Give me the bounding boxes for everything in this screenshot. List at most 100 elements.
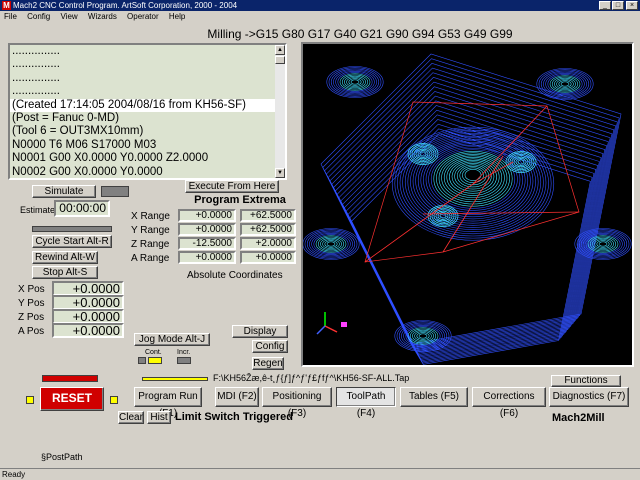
corner-pocket-ring (412, 329, 434, 343)
center-pocket-ring (464, 169, 482, 181)
y-pos-dro[interactable]: +0.0000 (52, 295, 124, 310)
maximize-button[interactable]: □ (612, 1, 624, 10)
corner-pocket-ring (551, 76, 579, 92)
reset-left-led (26, 396, 34, 404)
gcode-line[interactable]: ............... (10, 58, 277, 71)
window-title: Mach2 CNC Control Program. ArtSoft Corpo… (13, 1, 238, 10)
estimate-label: Estimate (20, 205, 56, 215)
corner-pocket-ring (545, 73, 585, 95)
z-pos-dro[interactable]: +0.0000 (52, 309, 124, 324)
y-range-max: +62.5000 (240, 223, 296, 236)
extrema-title: Program Extrema (194, 194, 286, 206)
scroll-thumb[interactable] (275, 56, 285, 64)
menu-config[interactable]: Config (23, 11, 54, 23)
estimate-value: 00:00:00 (54, 200, 110, 217)
stock-contour-line (349, 128, 593, 364)
corner-pocket-ring (554, 77, 576, 91)
functions-button[interactable]: Functions (551, 375, 621, 387)
x-pos-dro[interactable]: +0.0000 (52, 281, 124, 296)
cycle-start-button[interactable]: Cycle Start Alt-R (32, 235, 112, 248)
z-pos-label: Z Pos (18, 312, 45, 323)
menu-file[interactable]: File (0, 11, 21, 23)
jog-mode-led (138, 357, 146, 364)
scroll-up-icon[interactable]: ▲ (275, 45, 285, 55)
menu-view[interactable]: View (56, 11, 81, 23)
gcode-line[interactable]: N0002 G00 X0.0000 Y0.0000 (10, 166, 277, 178)
jog-cont-led (148, 357, 162, 364)
reset-button[interactable]: RESET (40, 387, 104, 411)
corner-pocket-ring (418, 333, 428, 339)
corner-pocket-ring (560, 81, 570, 87)
app-icon[interactable]: M (2, 1, 11, 10)
gcode-listing[interactable]: ............... ............... ........… (8, 43, 287, 180)
corner-pocket-ring (335, 71, 375, 93)
minimize-button[interactable]: _ (599, 1, 611, 10)
gcode-line[interactable]: ............... (10, 72, 277, 85)
gcode-line-selected[interactable]: (Created 17:14:05 2004/08/16 from KH56-S… (10, 98, 277, 112)
tab-diagnostics[interactable]: Diagnostics (F7) (549, 387, 629, 407)
jog-incr-led (177, 357, 191, 364)
y-range-label: Y Range (131, 225, 170, 236)
z-range-min: -12.5000 (178, 237, 236, 250)
corner-pocket-ring (337, 72, 373, 92)
reset-right-led (110, 396, 118, 404)
close-button[interactable]: × (626, 1, 638, 10)
cycle-start-led (32, 226, 112, 232)
tab-positioning[interactable]: Positioning (F3) (262, 387, 332, 419)
y-range-min: +0.0000 (178, 223, 236, 236)
corner-pocket-ring (317, 236, 345, 252)
hist-button[interactable]: Hist (147, 411, 171, 424)
x-range-max: +62.5000 (240, 209, 296, 222)
tab-toolpath[interactable]: ToolPath (F4) (336, 387, 396, 419)
rewind-button[interactable]: Rewind Alt-W (32, 251, 98, 264)
status-message: Limit Switch Triggered (175, 411, 293, 423)
gcode-lines: ............... ............... ........… (10, 45, 277, 178)
scroll-down-icon[interactable]: ▼ (275, 168, 285, 178)
stock-contour-line (324, 63, 618, 347)
a-pos-dro[interactable]: +0.0000 (52, 323, 124, 338)
gcode-line[interactable]: N0000 T6 M06 S17000 M03 (10, 139, 277, 152)
a-pos-label: A Pos (18, 326, 45, 337)
display-button[interactable]: Display (232, 325, 288, 338)
toolpath-graphics (303, 53, 632, 365)
gcode-line[interactable]: (Tool 6 = OUT3MX10mm) (10, 125, 277, 138)
corner-pocket-ring (592, 237, 614, 251)
gcode-scrollbar[interactable]: ▲ ▼ (275, 45, 285, 178)
status-bar-text: Ready (2, 470, 26, 479)
menu-help[interactable]: Help (165, 11, 189, 23)
gcode-line[interactable]: (Post = Fanuc 0-MD) (10, 112, 277, 125)
toolpath-view[interactable] (301, 42, 634, 367)
z-range-max: +2.0000 (240, 237, 296, 250)
execute-from-here-button[interactable]: Execute From Here (185, 180, 279, 193)
gcode-line[interactable]: N0001 G00 X0.0000 Y0.0000 Z2.0000 (10, 152, 277, 165)
status-bar: Ready (0, 468, 640, 480)
tab-mdi[interactable]: MDI (F2) (215, 387, 259, 407)
config-button[interactable]: Config (252, 340, 288, 353)
regen-button[interactable]: Regen (252, 357, 284, 370)
stock-contour-line (340, 105, 602, 358)
z-range-label: Z Range (131, 239, 170, 250)
jog-incr-label: Incr. (177, 349, 191, 356)
a-range-label: A Range (131, 253, 170, 264)
stop-button[interactable]: Stop Alt-S (32, 266, 98, 279)
corner-pocket-ring (598, 241, 608, 247)
gcode-line[interactable]: ............... (10, 45, 277, 58)
tab-tables[interactable]: Tables (F5) (400, 387, 468, 407)
stock-contour-line (320, 53, 622, 345)
gcode-line[interactable]: ............... (10, 85, 277, 98)
clear-button[interactable]: Clear (118, 411, 144, 424)
center-pocket-ring (397, 129, 549, 237)
title-bar: Mach2 CNC Control Program. ArtSoft Corpo… (0, 0, 640, 11)
tab-corrections[interactable]: Corrections (F6) (472, 387, 546, 419)
x-range-min: +0.0000 (178, 209, 236, 222)
post-path-label: §PostPath (41, 452, 83, 462)
jog-mode-button[interactable]: Jog Mode Alt-J (134, 333, 210, 346)
absolute-coordinates-label: Absolute Coordinates (187, 270, 283, 281)
simulate-button[interactable]: Simulate (32, 185, 96, 198)
tab-program-run[interactable]: Program Run (F1) (134, 387, 202, 419)
corner-pocket-ring (344, 75, 366, 89)
menu-wizards[interactable]: Wizards (84, 11, 121, 23)
menu-operator[interactable]: Operator (123, 11, 163, 23)
corner-pocket-ring (320, 237, 342, 251)
center-pocket-ring (425, 146, 521, 213)
